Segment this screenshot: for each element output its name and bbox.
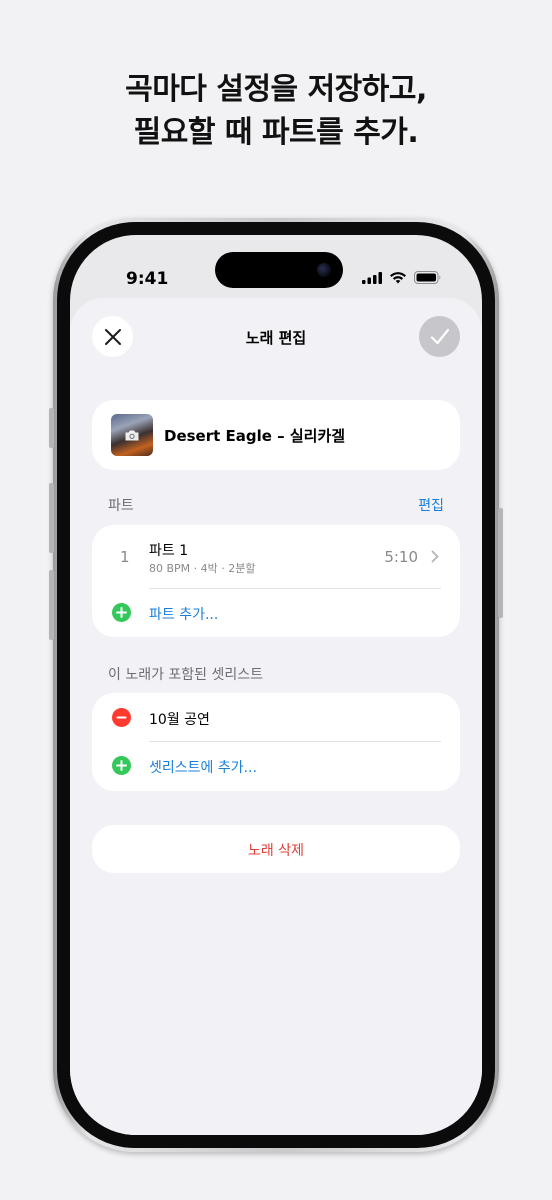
- volume-down-button: [49, 570, 54, 640]
- delete-song-label: 노래 삭제: [248, 843, 304, 859]
- part-duration: 5:10: [384, 548, 418, 566]
- cellular-signal-icon: [362, 271, 382, 284]
- plus-circle-icon: [112, 756, 131, 775]
- wifi-icon: [390, 272, 406, 284]
- camera-icon: [125, 430, 139, 440]
- setlist-name: 10월 공연: [149, 712, 210, 728]
- power-button: [498, 508, 503, 618]
- action-button: [49, 408, 54, 448]
- front-camera: [317, 263, 331, 277]
- song-artwork[interactable]: [111, 414, 153, 456]
- parts-section-label: 파트: [108, 498, 134, 514]
- add-to-setlist-label: 셋리스트에 추가...: [149, 760, 257, 776]
- battery-icon: [414, 271, 441, 284]
- phone-frame: 9:41 노래 편집 Desert Eagle – 실리카겔 파트 편집 1 파…: [49, 218, 503, 1152]
- plus-circle-icon: [112, 603, 131, 622]
- setlists-card: 10월 공연 셋리스트에 추가...: [92, 693, 460, 791]
- headline-line-2: 필요할 때 파트를 추가.: [133, 115, 419, 150]
- status-time: 9:41: [126, 269, 169, 289]
- setlist-row: 10월 공연: [92, 693, 460, 741]
- parts-card: 1 파트 1 80 BPM · 4박 · 2분할 5:10 파트 추가...: [92, 525, 460, 637]
- part-number: 1: [120, 548, 130, 566]
- song-title[interactable]: Desert Eagle – 실리카겔: [164, 425, 345, 446]
- dynamic-island: [215, 252, 343, 288]
- minus-circle-icon[interactable]: [112, 708, 131, 727]
- part-title: 파트 1: [149, 543, 189, 559]
- setlists-section-label: 이 노래가 포함된 셋리스트: [108, 667, 264, 683]
- delete-song-button[interactable]: 노래 삭제: [92, 825, 460, 873]
- chevron-right-icon: [431, 550, 439, 563]
- status-icons: [362, 271, 442, 284]
- part-subtitle: 80 BPM · 4박 · 2분할: [149, 562, 256, 575]
- edit-song-sheet: 노래 편집 Desert Eagle – 실리카겔 파트 편집 1 파트 1 8…: [70, 298, 482, 1135]
- add-part-row[interactable]: 파트 추가...: [92, 589, 460, 637]
- volume-up-button: [49, 483, 54, 553]
- part-row[interactable]: 1 파트 1 80 BPM · 4박 · 2분할 5:10: [92, 525, 460, 587]
- parts-edit-button[interactable]: 편집: [418, 495, 444, 515]
- headline-line-1: 곡마다 설정을 저장하고,: [125, 72, 427, 107]
- headline: 곡마다 설정을 저장하고, 필요할 때 파트를 추가.: [0, 68, 552, 154]
- add-setlist-row[interactable]: 셋리스트에 추가...: [92, 742, 460, 791]
- song-card: Desert Eagle – 실리카겔: [92, 400, 460, 470]
- checkmark-icon: [430, 328, 449, 344]
- add-part-label: 파트 추가...: [149, 607, 219, 623]
- phone-screen: 9:41 노래 편집 Desert Eagle – 실리카겔 파트 편집 1 파…: [70, 235, 482, 1135]
- phone-bezel: 9:41 노래 편집 Desert Eagle – 실리카겔 파트 편집 1 파…: [57, 222, 495, 1148]
- confirm-button[interactable]: [419, 316, 460, 357]
